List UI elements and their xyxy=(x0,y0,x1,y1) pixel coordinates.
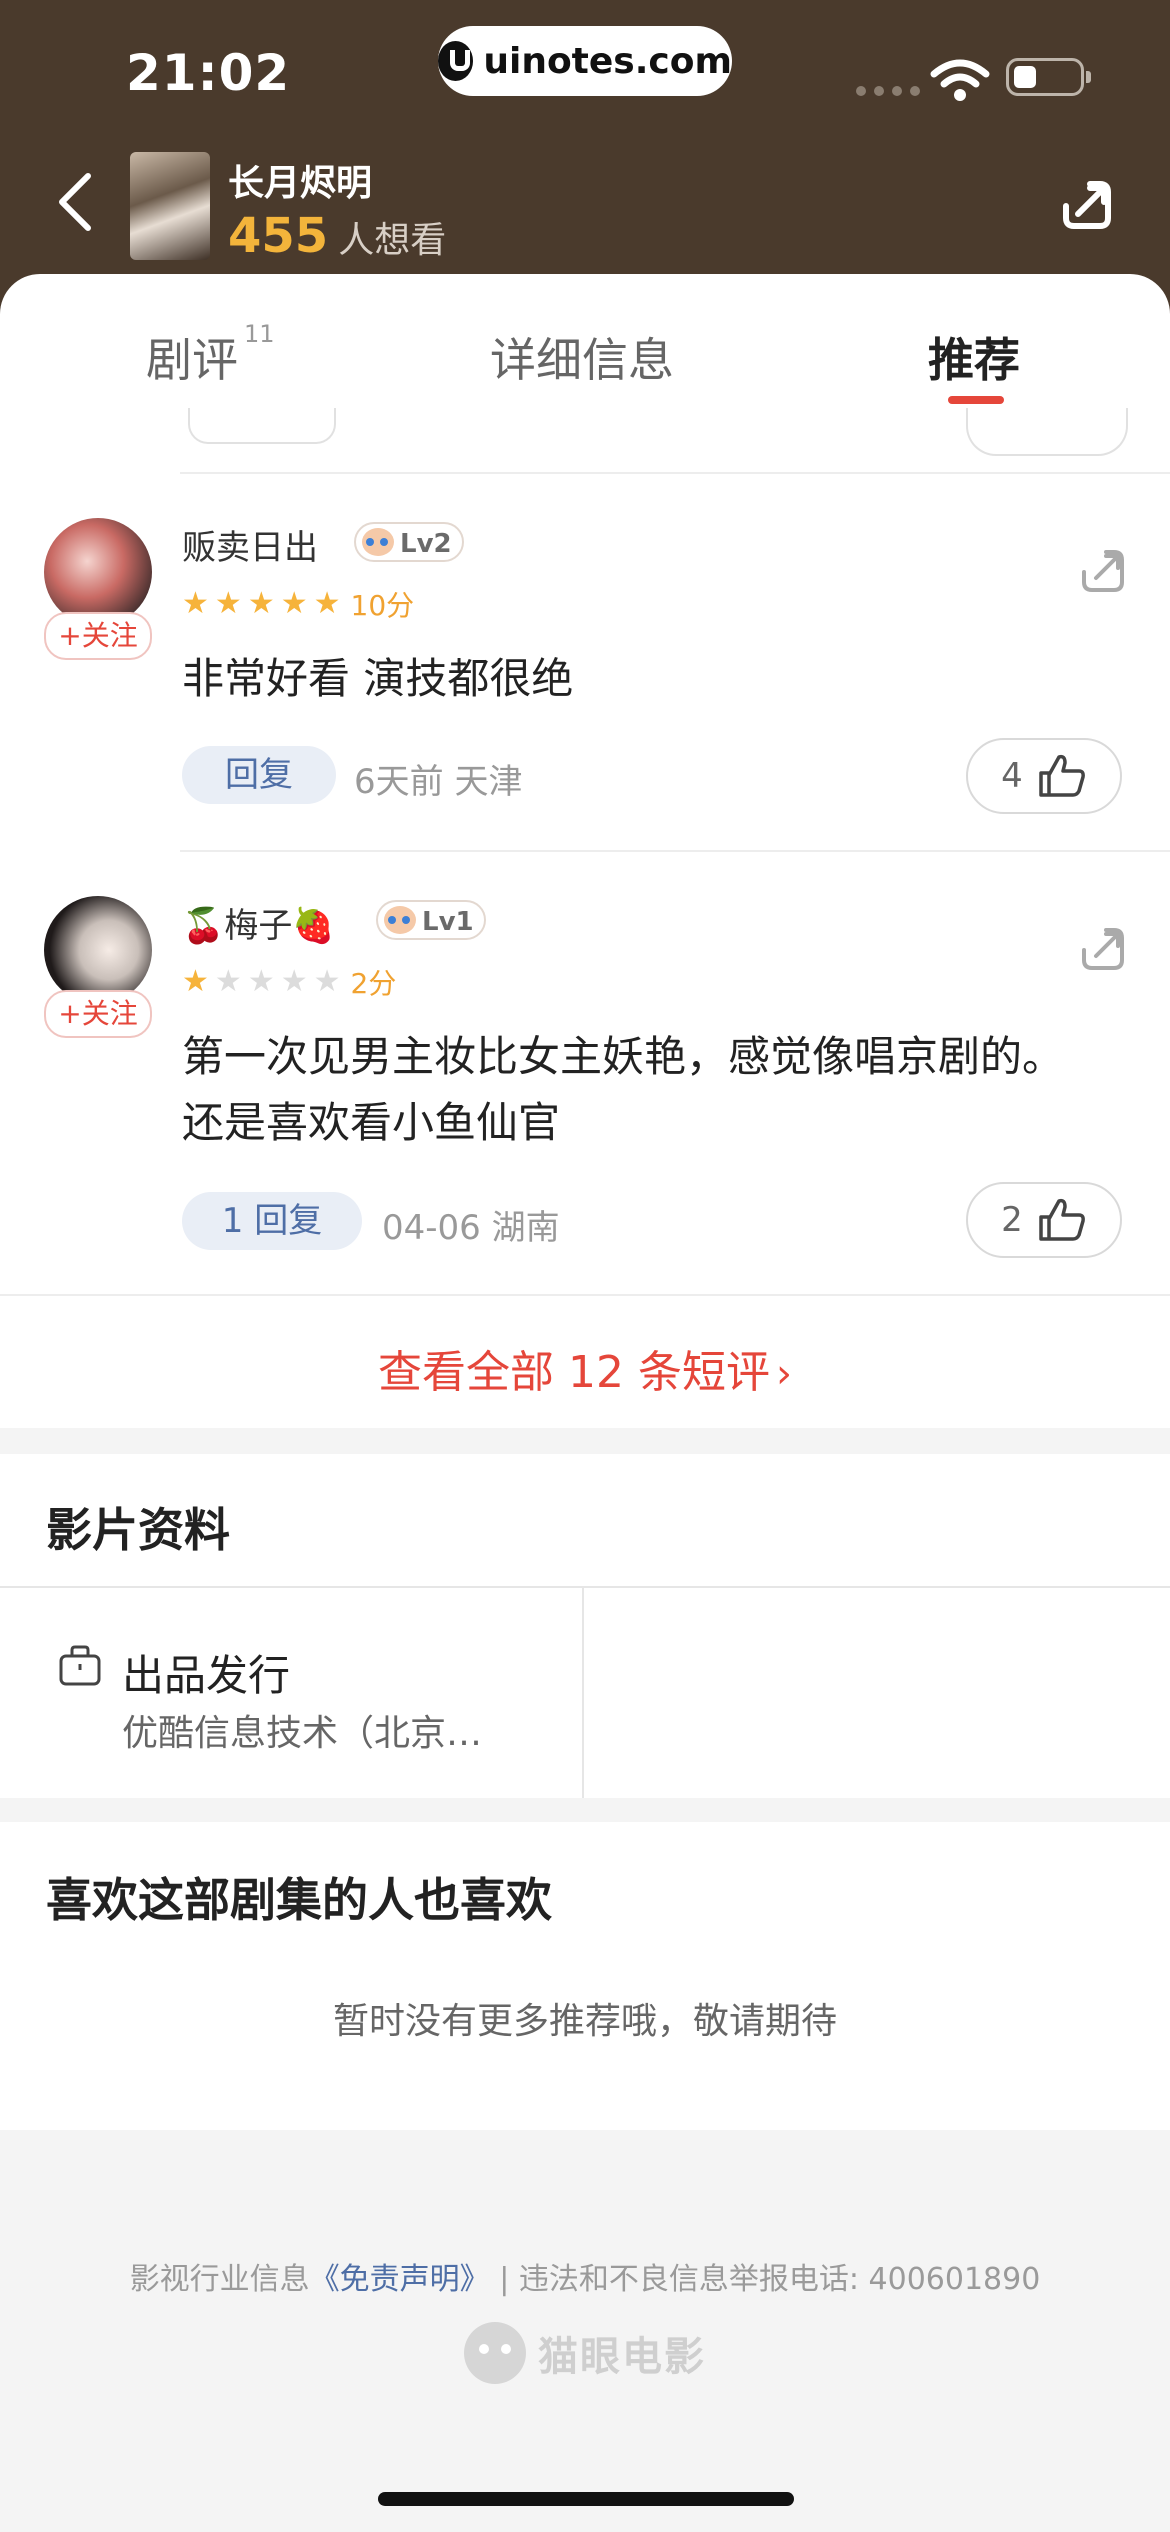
follow-button[interactable]: +关注 xyxy=(44,990,152,1038)
divider xyxy=(180,472,1170,474)
star-icon: ★ xyxy=(214,964,242,999)
thumbs-up-icon xyxy=(1039,754,1085,797)
avatar[interactable] xyxy=(44,896,152,1004)
comment-text: 非常好看 演技都很绝 xyxy=(182,654,574,703)
share-icon[interactable] xyxy=(1060,178,1114,232)
star-icon: ★ xyxy=(182,964,209,999)
level-badge: Lv2 xyxy=(354,522,464,562)
like-count: 4 xyxy=(1001,756,1023,796)
cat-eye-logo-icon xyxy=(464,2322,526,2384)
reply-button[interactable]: 1 回复 xyxy=(182,1192,362,1250)
rating-score: 2分 xyxy=(350,967,397,1000)
star-icon: ★ xyxy=(247,586,275,621)
star-icon: ★ xyxy=(214,586,242,621)
thumbs-up-icon xyxy=(1039,1198,1085,1241)
footer-report: | 违法和不良信息举报电话: 400601890 xyxy=(499,2262,1041,2297)
home-indicator[interactable] xyxy=(378,2492,794,2506)
divider xyxy=(0,1586,1170,1588)
info-value[interactable]: 优酷信息技术（北京… xyxy=(122,1704,482,1756)
star-icon: ★ xyxy=(313,964,341,999)
tab-reviews[interactable]: 剧评 11 xyxy=(146,320,275,390)
back-icon[interactable] xyxy=(52,170,102,234)
level-mascot-icon xyxy=(384,906,416,934)
star-icon: ★ xyxy=(182,586,209,621)
battery-icon xyxy=(1006,58,1091,96)
comment-text: 第一次见男主妆比女主妖艳，感觉像唱京剧的。还是喜欢看小鱼仙官 xyxy=(182,1032,1065,1147)
star-icon: ★ xyxy=(280,586,308,621)
footer-prefix: 影视行业信息 xyxy=(129,2262,310,2297)
star-icon: ★ xyxy=(247,964,275,999)
previous-reply-button[interactable] xyxy=(188,408,336,444)
comments-section: +关注 贩卖日出 Lv2 ★ ★ ★ ★ ★ 10分 非常好看 演技都很绝 回复… xyxy=(0,408,1170,1428)
section-title: 影片资料 xyxy=(46,1503,230,1557)
divider xyxy=(0,1294,1170,1296)
briefcase-icon xyxy=(59,1645,101,1686)
url-text: uinotes.com xyxy=(483,40,732,82)
empty-state-text: 暂时没有更多推荐哦，敬请期待 xyxy=(332,2001,837,2042)
star-icon: ★ xyxy=(313,586,341,621)
tab-details[interactable]: 详细信息 xyxy=(490,324,674,390)
username[interactable]: 贩卖日出 xyxy=(182,520,318,569)
tab-recommend[interactable]: 推荐 xyxy=(928,324,1020,390)
movie-title: 长月烬明 xyxy=(228,163,373,204)
tab-reviews-count: 11 xyxy=(244,320,275,348)
footer-disclaimer: 影视行业信息《免责声明》 | 违法和不良信息举报电话: 400601890 xyxy=(0,2254,1170,2298)
disclaimer-link[interactable]: 《免责声明》 xyxy=(310,2262,490,2297)
level-badge: Lv1 xyxy=(376,900,486,940)
site-logo-icon xyxy=(438,41,474,81)
footer-logo: 猫眼电影 xyxy=(464,2322,706,2384)
want-label: 人想看 xyxy=(338,220,447,261)
recommend-section: 喜欢这部剧集的人也喜欢 暂时没有更多推荐哦，敬请期待 xyxy=(0,1822,1170,2130)
info-label: 出品发行 xyxy=(122,1651,291,1700)
view-all-reviews-link[interactable]: 查看全部 12 条短评 › xyxy=(0,1336,1170,1400)
chevron-right-icon: › xyxy=(775,1351,792,1397)
like-button[interactable]: 4 xyxy=(966,738,1122,814)
divider xyxy=(582,1588,584,1798)
active-tab-indicator xyxy=(948,396,1004,404)
comment-meta: 6天前 天津 xyxy=(354,762,523,802)
follow-button[interactable]: +关注 xyxy=(44,612,152,660)
film-info-section: 影片资料 出品发行 优酷信息技术（北京… xyxy=(0,1454,1170,1798)
comment-share-icon[interactable] xyxy=(1080,548,1126,594)
rating-score: 10分 xyxy=(350,589,415,622)
username[interactable]: 🍒梅子🍓 xyxy=(182,898,335,947)
comment-meta: 04-06 湖南 xyxy=(382,1208,560,1248)
rating-stars: ★ ★ ★ ★ ★ 2分 xyxy=(182,962,396,1002)
want-count-row: 455 人想看 xyxy=(228,208,446,264)
footer-brand: 猫眼电影 xyxy=(538,2334,706,2380)
previous-like-button[interactable] xyxy=(966,408,1128,456)
cellular-signal-icon xyxy=(856,86,920,96)
wifi-icon xyxy=(930,59,990,101)
tab-bar: 剧评 11 详细信息 推荐 xyxy=(0,274,1170,419)
poster-thumbnail[interactable] xyxy=(130,152,210,260)
avatar[interactable] xyxy=(44,518,152,626)
want-count: 455 xyxy=(228,208,329,264)
section-title: 喜欢这部剧集的人也喜欢 xyxy=(46,1873,552,1927)
like-button[interactable]: 2 xyxy=(966,1182,1122,1258)
comment-share-icon[interactable] xyxy=(1080,926,1126,972)
divider xyxy=(180,850,1170,852)
like-count: 2 xyxy=(1001,1200,1023,1240)
url-pill[interactable]: uinotes.com xyxy=(438,26,732,96)
rating-stars: ★ ★ ★ ★ ★ 10分 xyxy=(182,584,414,624)
level-mascot-icon xyxy=(362,528,394,556)
reply-button[interactable]: 回复 xyxy=(182,746,336,804)
header-bar: 21:02 uinotes.com 长月烬明 455 人想看 xyxy=(0,0,1170,320)
star-icon: ★ xyxy=(280,964,308,999)
status-time: 21:02 xyxy=(126,44,291,102)
